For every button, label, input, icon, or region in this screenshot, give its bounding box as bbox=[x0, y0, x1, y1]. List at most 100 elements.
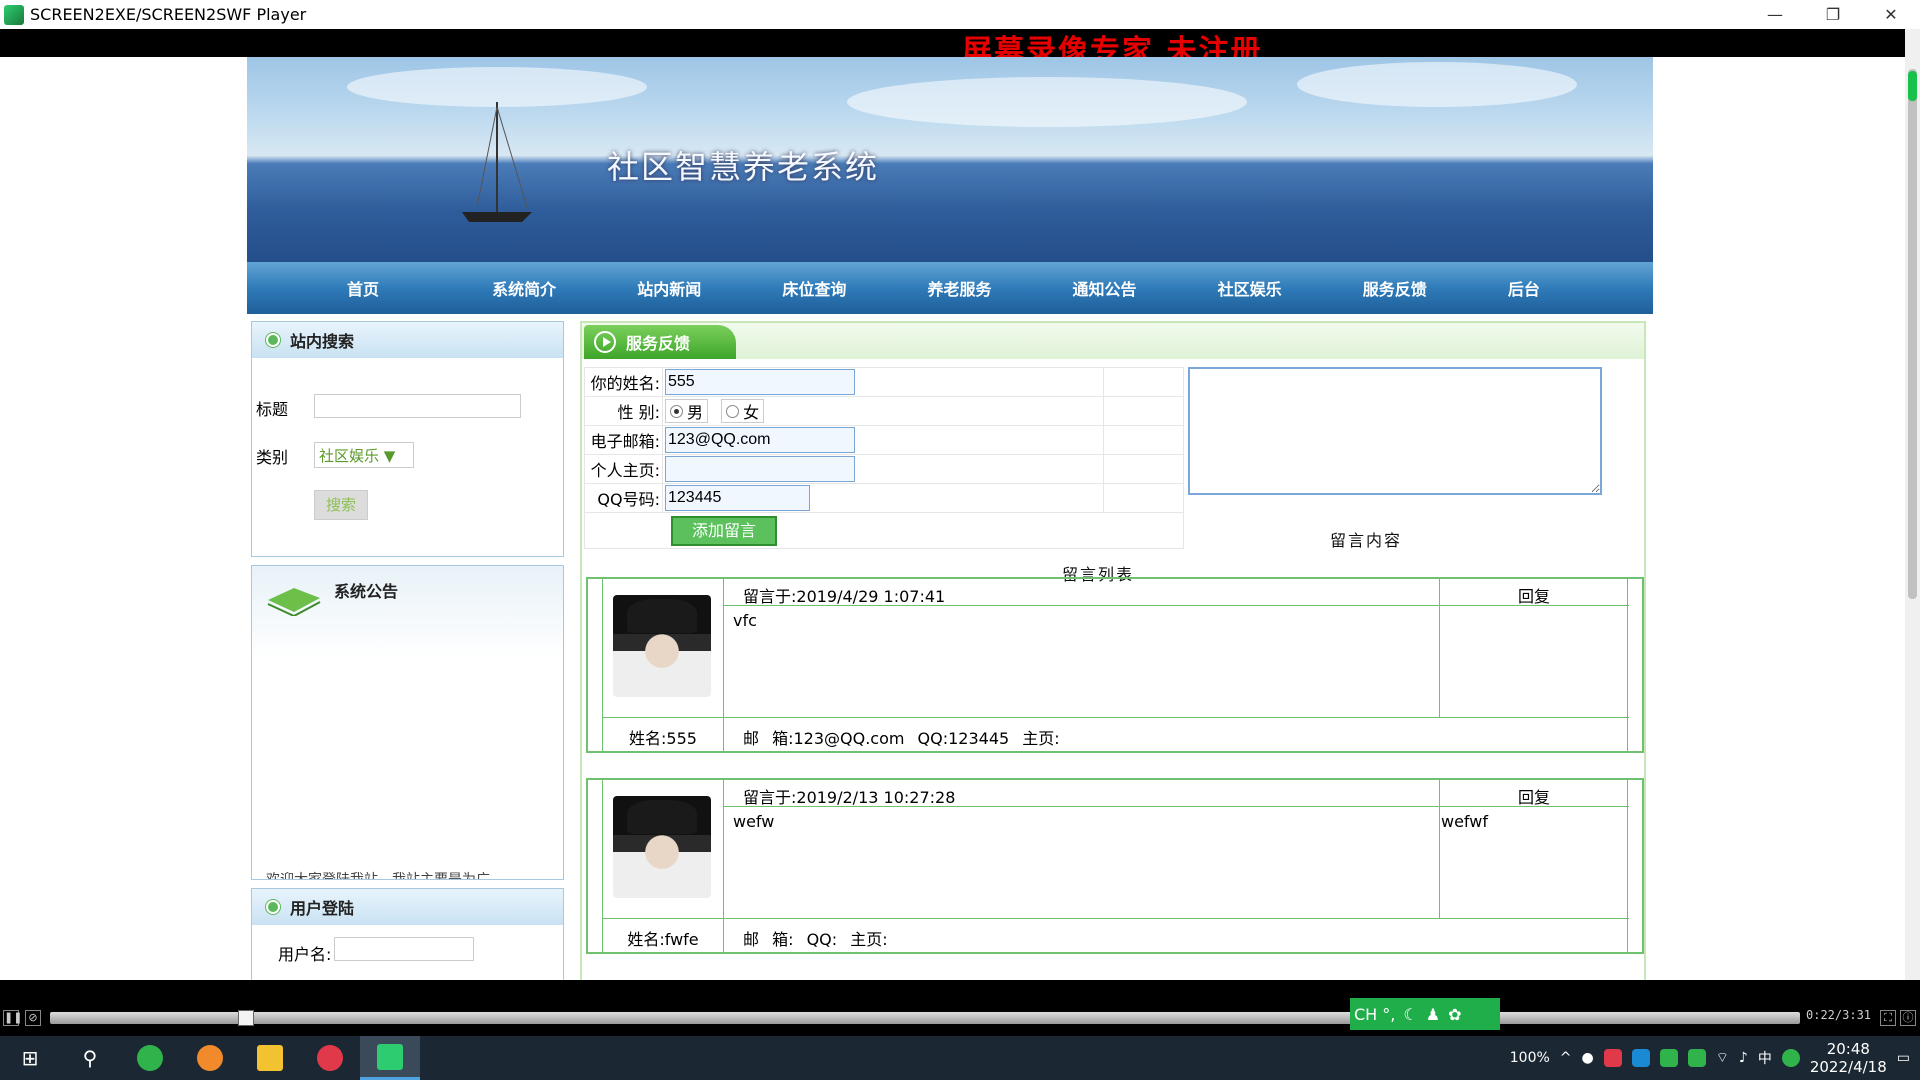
minimize-button[interactable]: — bbox=[1746, 5, 1804, 24]
bullet-icon bbox=[266, 333, 280, 347]
chevron-up-icon[interactable]: ^ bbox=[1560, 1050, 1572, 1066]
system-tray: 100% ^ ● ⌔ ♪ 中 20:48 2022/4/18 ▭ bbox=[1510, 1040, 1920, 1076]
username-label: 用户名: bbox=[278, 945, 332, 964]
folder-icon bbox=[257, 1045, 283, 1071]
nav-home[interactable]: 首页 bbox=[347, 276, 492, 300]
avatar bbox=[613, 796, 711, 898]
notification-icon[interactable]: ▭ bbox=[1897, 1050, 1910, 1066]
taskbar: ⊞ ⚲ 100% ^ ● ⌔ ♪ 中 20:48 2022/4/18 ▭ bbox=[0, 1036, 1920, 1080]
app-icon bbox=[4, 4, 24, 25]
window-titlebar: SCREEN2EXE/SCREEN2SWF Player — ❐ ✕ bbox=[0, 0, 1920, 29]
feedback-tab: 服务反馈 bbox=[584, 325, 736, 359]
username-input[interactable] bbox=[334, 937, 474, 961]
search-icon: ⚲ bbox=[82, 1046, 98, 1070]
nav-admin[interactable]: 后台 bbox=[1508, 276, 1653, 300]
close-button[interactable]: ✕ bbox=[1862, 5, 1920, 24]
clock[interactable]: 20:48 2022/4/18 bbox=[1810, 1040, 1887, 1076]
tray-app-icon[interactable] bbox=[1603, 1049, 1622, 1067]
taskbar-app-browser[interactable] bbox=[120, 1036, 180, 1080]
login-heading: 用户登陆 bbox=[290, 899, 355, 918]
taskbar-app-player[interactable] bbox=[360, 1036, 420, 1080]
message-caption: 留言内容 bbox=[1330, 531, 1403, 550]
player-controls: ❚❚ ⊘ 0:22/3:31 ⛶ ⓘ bbox=[0, 1000, 1920, 1036]
taskbar-app-media[interactable] bbox=[180, 1036, 240, 1080]
mic-icon: ● bbox=[1581, 1050, 1594, 1066]
notice-box: 系统公告 欢迎大家登陆我站，我站主要是为广 bbox=[251, 565, 564, 880]
message-entry: 留言于:2019/4/29 1:07:41 回复 vfc 姓名:555 邮 箱:… bbox=[586, 577, 1644, 753]
author-name: 姓名:555 bbox=[629, 729, 697, 748]
site-title: 社区智慧养老系统 bbox=[607, 148, 880, 186]
title-label: 标题 bbox=[256, 400, 289, 419]
gender-female-radio[interactable]: 女 bbox=[721, 399, 765, 423]
reply-content: wefwf bbox=[1441, 812, 1488, 831]
nav-news[interactable]: 站内新闻 bbox=[637, 276, 782, 300]
start-button[interactable]: ⊞ bbox=[0, 1036, 60, 1080]
windows-icon: ⊞ bbox=[21, 1046, 39, 1070]
avatar bbox=[613, 595, 711, 697]
taskbar-app-red[interactable] bbox=[300, 1036, 360, 1080]
name-input[interactable] bbox=[665, 369, 855, 395]
info-icon[interactable]: ⓘ bbox=[1900, 1010, 1916, 1026]
nav-services[interactable]: 养老服务 bbox=[927, 276, 1072, 300]
play-circle-icon bbox=[594, 331, 616, 353]
search-title-input[interactable] bbox=[314, 394, 521, 418]
progress-track[interactable] bbox=[50, 1012, 1800, 1024]
sidebar: 站内搜索 标题 类别 社区娱乐 ▼ 搜索 系统公告 欢迎大家登陆我站，我站主要是 bbox=[251, 321, 564, 980]
feedback-tab-label: 服务反馈 bbox=[626, 334, 691, 353]
ime-toolbar[interactable]: CH °, ☾ ♟ ✿ bbox=[1350, 998, 1500, 1030]
app-red-icon bbox=[317, 1045, 343, 1071]
female-label: 女 bbox=[743, 403, 760, 422]
radio-unchecked-icon bbox=[726, 404, 740, 418]
qq-input[interactable] bbox=[665, 485, 810, 511]
nav-about[interactable]: 系统简介 bbox=[492, 276, 637, 300]
sailboat-image bbox=[462, 102, 532, 222]
gear-icon: ✿ bbox=[1448, 1004, 1462, 1024]
gender-male-radio[interactable]: 男 bbox=[665, 399, 709, 423]
player-topbar bbox=[0, 29, 1920, 57]
message-textarea[interactable] bbox=[1188, 367, 1602, 495]
author-meta: 邮 箱: QQ: 主页: bbox=[743, 930, 888, 949]
wechat-icon[interactable] bbox=[1659, 1049, 1678, 1067]
nav-beds[interactable]: 床位查询 bbox=[782, 276, 927, 300]
maximize-button[interactable]: ❐ bbox=[1804, 5, 1862, 24]
ime-lang[interactable]: 中 bbox=[1758, 1048, 1772, 1068]
tray-s-icon[interactable] bbox=[1781, 1049, 1800, 1067]
qq-label: QQ号码: bbox=[584, 483, 663, 513]
wechat-icon[interactable] bbox=[1687, 1049, 1706, 1067]
login-box: 用户登陆 用户名: bbox=[251, 888, 564, 980]
book-icon bbox=[267, 588, 321, 616]
category-select[interactable]: 社区娱乐 ▼ bbox=[314, 442, 414, 468]
tray-app-icon[interactable] bbox=[1631, 1049, 1650, 1067]
progress-knob[interactable] bbox=[238, 1010, 254, 1026]
pause-icon[interactable]: ❚❚ bbox=[3, 1010, 22, 1026]
search-button[interactable]: ⚲ bbox=[60, 1036, 120, 1080]
volume-icon[interactable]: ♪ bbox=[1739, 1050, 1748, 1066]
clock-date: 2022/4/18 bbox=[1809, 1058, 1887, 1076]
message-content: wefw bbox=[733, 812, 775, 831]
nav-feedback[interactable]: 服务反馈 bbox=[1363, 276, 1508, 300]
email-label: 电子邮箱: bbox=[584, 425, 663, 455]
search-button[interactable]: 搜索 bbox=[314, 490, 368, 520]
taskbar-app-explorer[interactable] bbox=[240, 1036, 300, 1080]
author-meta: 邮 箱:123@QQ.com QQ:123445 主页: bbox=[743, 729, 1060, 748]
scrollbar-thumb[interactable] bbox=[1908, 69, 1917, 599]
wifi-icon[interactable]: ⌔ bbox=[1716, 1049, 1729, 1067]
message-time: 留言于:2019/2/13 10:27:28 bbox=[743, 788, 956, 807]
clock-time: 20:48 bbox=[1826, 1040, 1870, 1058]
scrollbar-indicator bbox=[1908, 71, 1917, 101]
add-message-button[interactable]: 添加留言 bbox=[671, 515, 777, 546]
fullscreen-icon[interactable]: ⛶ bbox=[1880, 1010, 1896, 1026]
stop-icon[interactable]: ⊘ bbox=[25, 1010, 41, 1026]
main-nav: 首页 系统简介 站内新闻 床位查询 养老服务 通知公告 社区娱乐 服务反馈 后台 bbox=[247, 262, 1653, 314]
page-viewport: 社区智慧养老系统 首页 系统简介 站内新闻 床位查询 养老服务 通知公告 社区娱… bbox=[0, 57, 1905, 980]
email-input[interactable] bbox=[665, 427, 855, 453]
name-label: 你的姓名: bbox=[584, 367, 663, 397]
notice-heading: 系统公告 bbox=[334, 582, 399, 601]
nav-entertainment[interactable]: 社区娱乐 bbox=[1218, 276, 1363, 300]
homepage-input[interactable] bbox=[665, 456, 855, 482]
vertical-scrollbar[interactable] bbox=[1905, 29, 1920, 980]
nav-notices[interactable]: 通知公告 bbox=[1073, 276, 1218, 300]
moon-icon: ☾ bbox=[1403, 1004, 1418, 1024]
battery-indicator[interactable]: 100% bbox=[1510, 1050, 1550, 1066]
reply-header: 回复 bbox=[1517, 587, 1550, 606]
